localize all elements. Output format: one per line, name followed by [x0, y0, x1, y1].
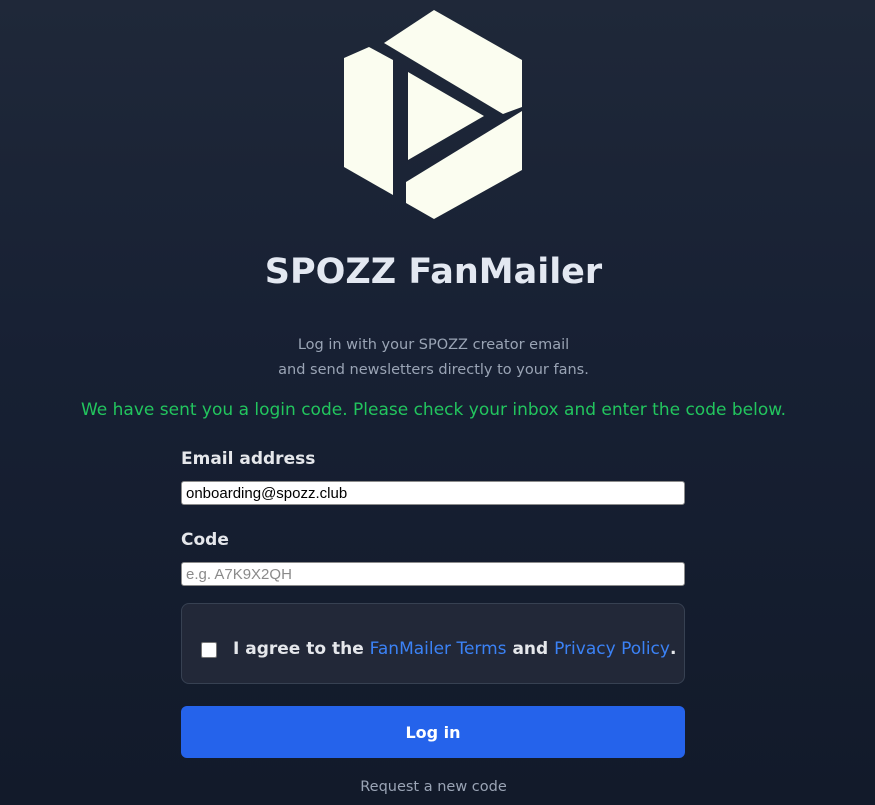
- code-sent-message: We have sent you a login code. Please ch…: [80, 400, 786, 420]
- app-title: SPOZZ FanMailer: [264, 252, 603, 292]
- spozz-logo-icon: [344, 10, 522, 219]
- app-subtitle: Log in with your SPOZZ creator email and…: [0, 333, 867, 383]
- terms-checkbox[interactable]: [201, 642, 217, 658]
- consent-suffix: .: [669, 639, 677, 659]
- code-label: Code: [181, 530, 229, 550]
- subtitle-line-2: and send newsletters directly to your fa…: [278, 362, 589, 378]
- login-button[interactable]: Log in: [181, 706, 685, 758]
- consent-prefix: I agree to the: [233, 639, 364, 659]
- consent-and: and: [512, 639, 549, 659]
- terms-consent-box: I agree to the FanMailer Terms and Priva…: [181, 603, 685, 684]
- email-label: Email address: [181, 449, 316, 469]
- privacy-policy-link[interactable]: Privacy Policy: [554, 639, 670, 659]
- code-field[interactable]: [181, 562, 685, 586]
- request-new-code-link[interactable]: Request a new code: [0, 779, 867, 795]
- subtitle-line-1: Log in with your SPOZZ creator email: [297, 337, 570, 353]
- fanmailer-terms-link[interactable]: FanMailer Terms: [370, 639, 507, 659]
- email-field[interactable]: [181, 481, 685, 505]
- terms-consent-text: I agree to the FanMailer Terms and Priva…: [233, 639, 676, 659]
